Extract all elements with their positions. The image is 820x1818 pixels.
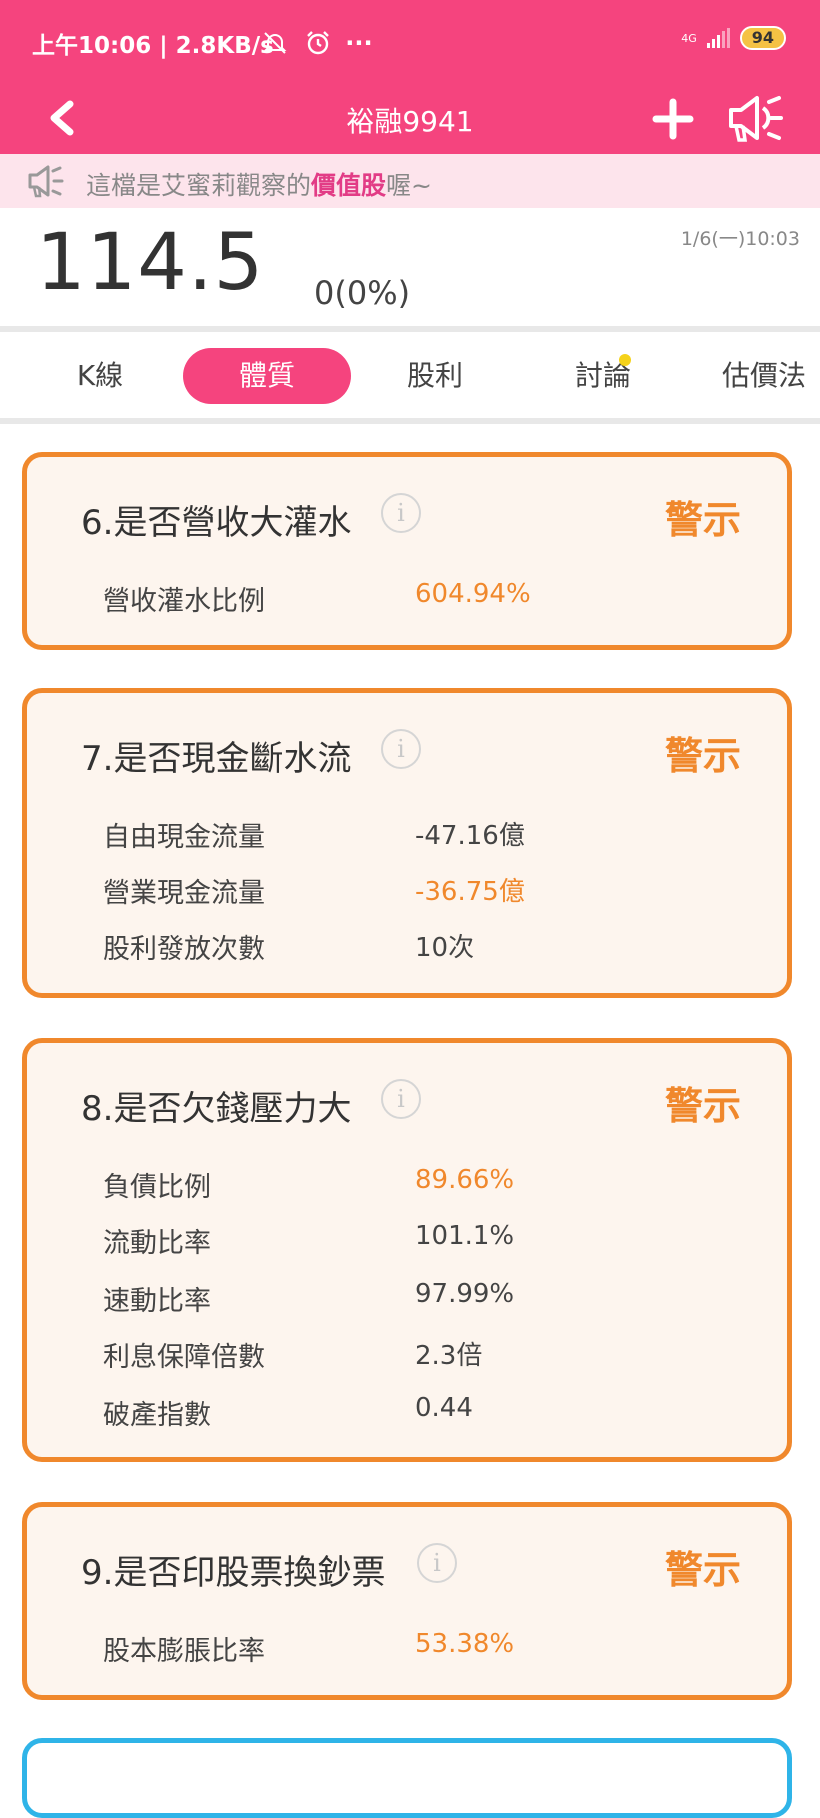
- tab-kline[interactable]: K線: [40, 348, 160, 404]
- network-type: 4G: [681, 33, 697, 44]
- metric-value: -47.16億: [415, 821, 525, 851]
- tab-fundamentals[interactable]: 體質: [183, 348, 351, 404]
- info-icon[interactable]: i: [381, 493, 421, 533]
- metric-value: 101.1%: [415, 1221, 515, 1251]
- card-title: 6.是否營收大灌水: [81, 503, 352, 543]
- metric-value: 53.38%: [415, 1629, 515, 1659]
- metric-value: 89.66%: [415, 1165, 515, 1195]
- battery-icon: 94: [739, 26, 786, 50]
- stock-price: 114.5: [36, 218, 265, 308]
- metric-label: 速動比率: [103, 1286, 211, 1317]
- check-card-cash-flow: 7.是否現金斷水流 i 警示 自由現金流量 -47.16億 營業現金流量 -36…: [22, 688, 792, 998]
- status-time-speed: 上午10:06 | 2.8KB/s: [32, 26, 274, 60]
- announcement-text: 這檔是艾蜜莉觀察的價值股喔~: [86, 166, 432, 202]
- announcement-bar[interactable]: 這檔是艾蜜莉觀察的價值股喔~: [0, 154, 820, 208]
- mute-icon: [263, 32, 287, 54]
- info-icon[interactable]: i: [381, 729, 421, 769]
- metric-label: 負債比例: [103, 1172, 211, 1203]
- speaker-button[interactable]: [725, 92, 785, 146]
- status-system: 4G 94: [681, 26, 786, 50]
- metric-value: 2.3倍: [415, 1341, 483, 1371]
- tab-discussion[interactable]: 討論: [543, 348, 663, 404]
- status-badge: 警示: [664, 498, 741, 542]
- check-card-debt-pressure: 8.是否欠錢壓力大 i 警示 負債比例 89.66% 流動比率 101.1% 速…: [22, 1038, 792, 1462]
- card-title: 7.是否現金斷水流: [81, 739, 352, 779]
- signal-icon: [706, 28, 730, 48]
- card-title: 9.是否印股票換鈔票: [81, 1553, 386, 1593]
- status-time: 上午10:06: [32, 33, 152, 59]
- status-badge: 警示: [664, 734, 741, 778]
- quote-panel: 114.5 0(0%) 1/6(一)10:03: [0, 208, 820, 326]
- metric-label: 營收灌水比例: [103, 586, 265, 617]
- tab-bar: K線 體質 股利 討論 估價法: [0, 332, 820, 418]
- metric-value: 97.99%: [415, 1279, 515, 1309]
- speaker-icon: [28, 165, 64, 198]
- network-label: 4G: [681, 31, 697, 45]
- title-bar: 裕融9941: [0, 84, 820, 154]
- check-card-share-dilution: 9.是否印股票換鈔票 i 警示 股本膨脹比率 53.38%: [22, 1502, 792, 1700]
- metric-value: 0.44: [415, 1393, 473, 1423]
- card-title: 8.是否欠錢壓力大: [81, 1089, 352, 1129]
- check-card-next: [22, 1738, 792, 1818]
- metric-value: -36.75億: [415, 877, 525, 907]
- add-button[interactable]: [650, 96, 696, 142]
- metric-label: 營業現金流量: [103, 878, 265, 909]
- page-title: 裕融9941: [346, 105, 474, 138]
- metric-label: 股本膨脹比率: [103, 1636, 265, 1667]
- divider: [0, 418, 820, 424]
- announcement-highlight: 價值股: [311, 171, 387, 200]
- battery-level: 94: [751, 28, 774, 47]
- metric-label: 利息保障倍數: [103, 1342, 265, 1373]
- metric-label: 股利發放次數: [103, 934, 265, 965]
- metric-value: 10次: [415, 933, 475, 963]
- status-notification-icons: ···: [262, 28, 373, 57]
- status-badge: 警示: [664, 1548, 741, 1592]
- price-change: 0(0%): [314, 274, 411, 312]
- check-card-revenue-inflation: 6.是否營收大灌水 i 警示 營收灌水比例 604.94%: [22, 452, 792, 650]
- status-badge: 警示: [664, 1084, 741, 1128]
- status-speed: 2.8KB/s: [175, 33, 274, 59]
- metric-label: 流動比率: [103, 1228, 211, 1259]
- announcement-suffix: 喔~: [386, 171, 432, 200]
- status-divider: |: [159, 33, 176, 59]
- alarm-icon: [306, 31, 329, 55]
- tab-valuation[interactable]: 估價法: [722, 348, 820, 404]
- announcement-prefix: 這檔是艾蜜莉觀察的: [86, 171, 312, 200]
- info-icon[interactable]: i: [417, 1543, 457, 1583]
- more-dots: ···: [345, 29, 373, 57]
- metric-value: 604.94%: [415, 579, 531, 609]
- metric-label: 自由現金流量: [103, 822, 265, 853]
- tab-dividend[interactable]: 股利: [375, 348, 495, 404]
- status-bar: 上午10:06 | 2.8KB/s ··· 4G 94: [0, 0, 820, 84]
- plus-icon: [652, 98, 694, 140]
- info-icon[interactable]: i: [381, 1079, 421, 1119]
- quote-timestamp: 1/6(一)10:03: [680, 228, 800, 250]
- speaker-icon: [729, 96, 783, 142]
- metric-label: 破產指數: [103, 1400, 211, 1431]
- notification-dot: [619, 354, 631, 366]
